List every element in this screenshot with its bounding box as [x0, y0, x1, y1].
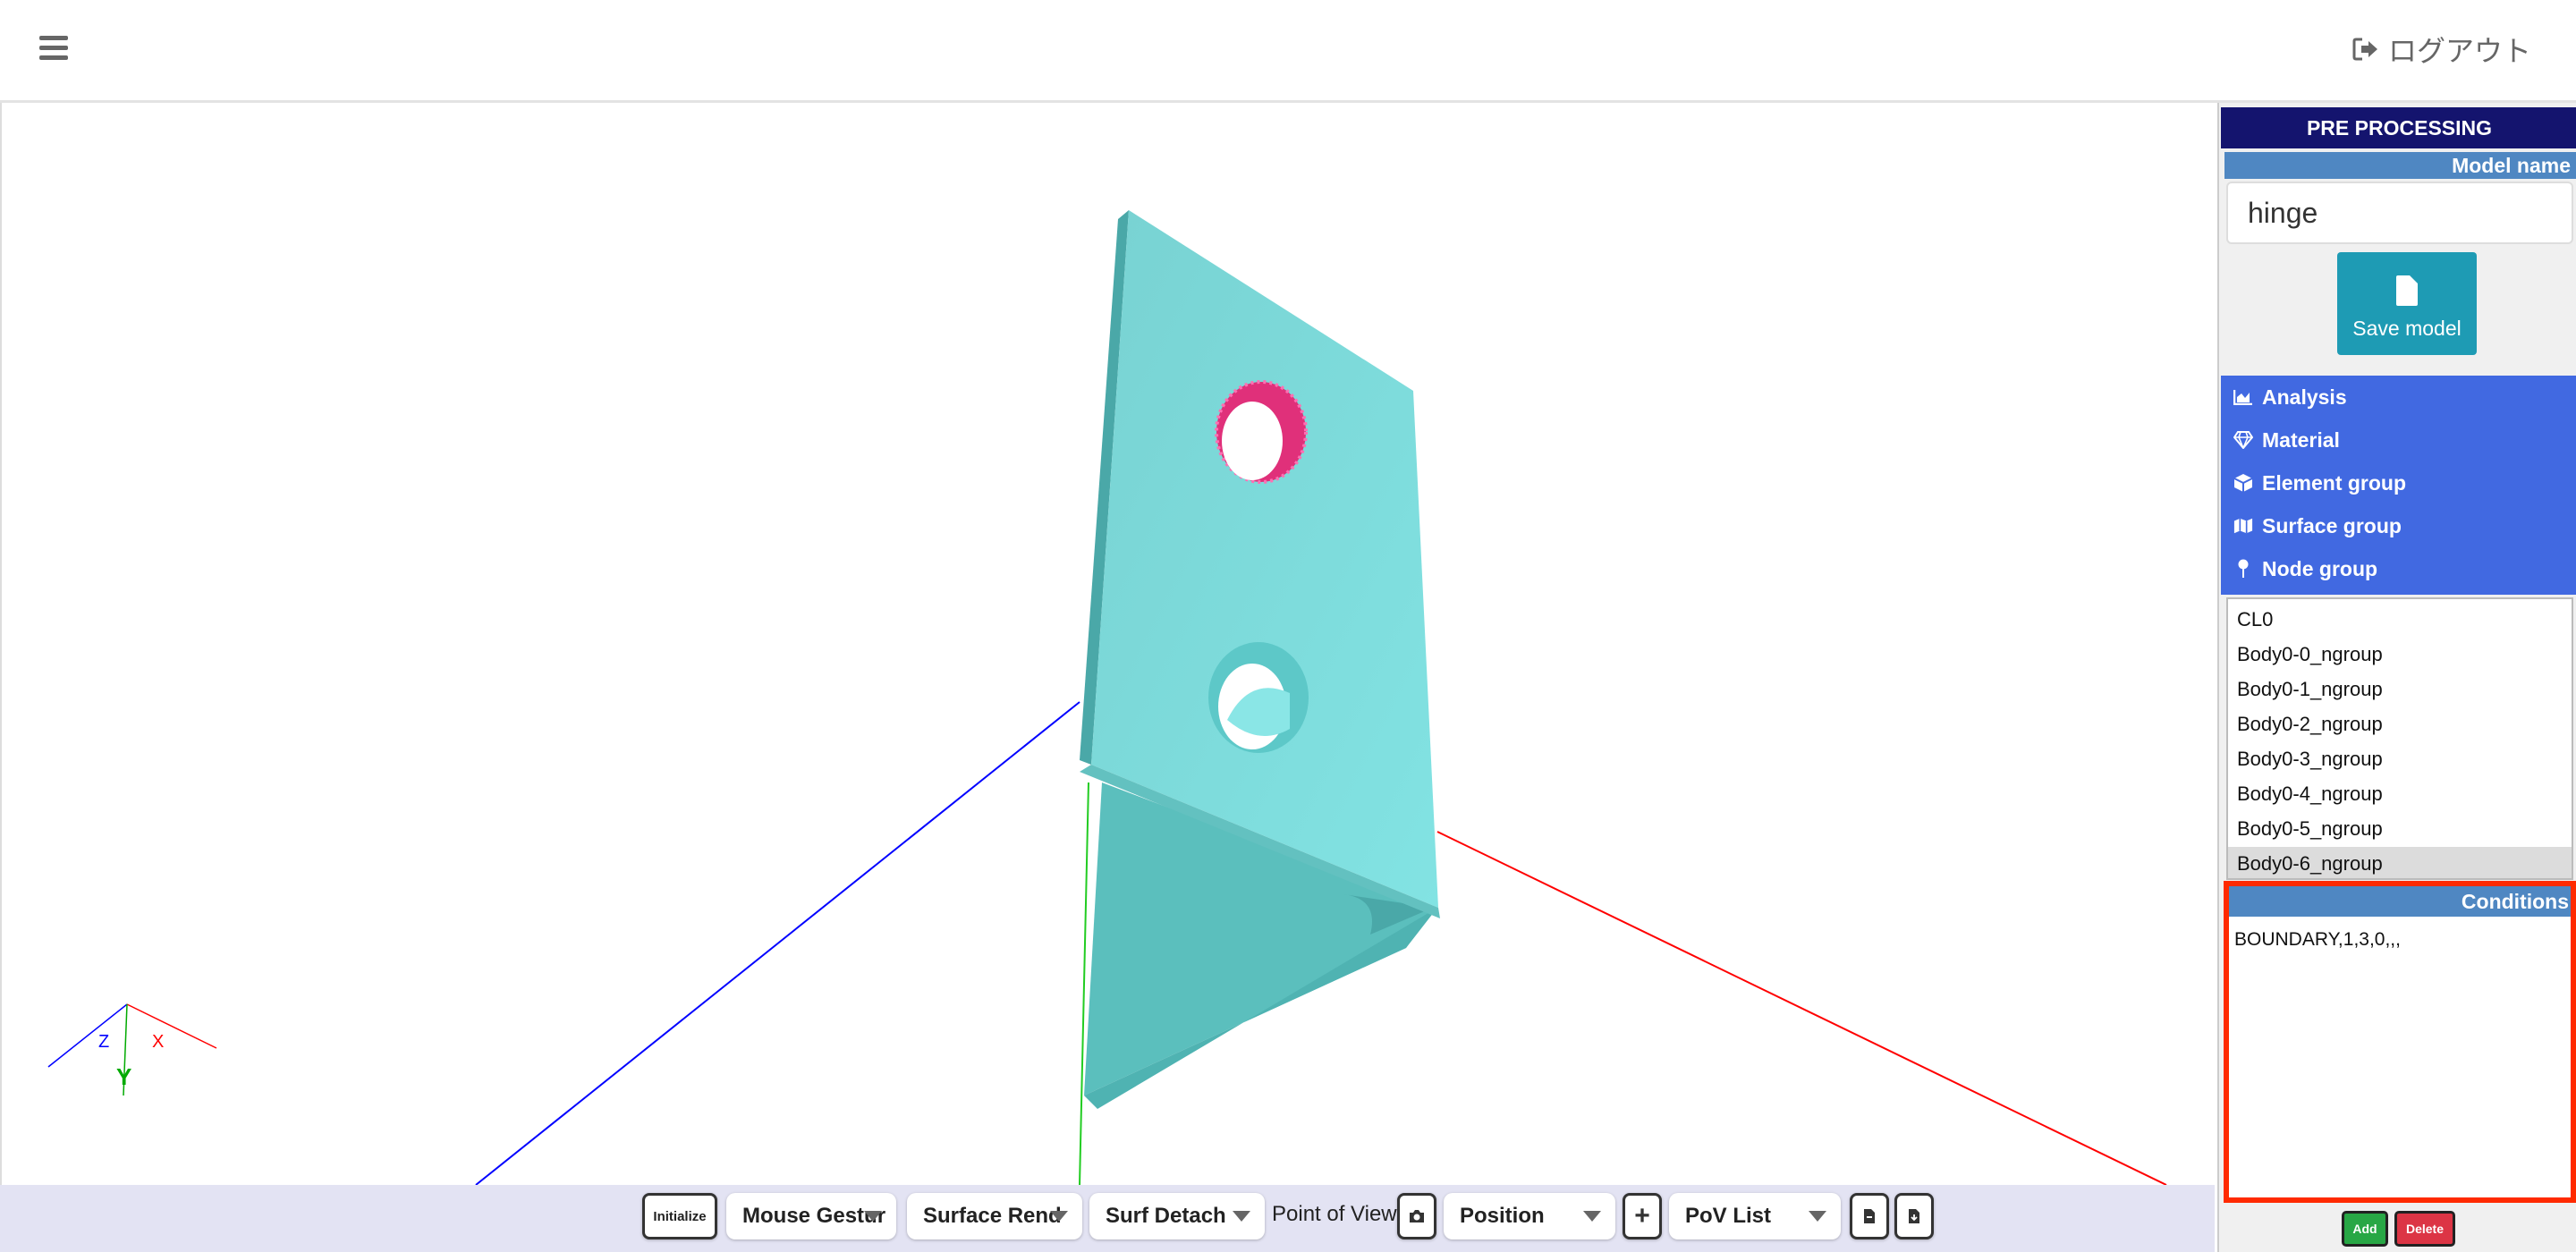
surf-detach-label: Surf Detach — [1106, 1204, 1226, 1228]
add-button[interactable]: Add — [2342, 1211, 2388, 1247]
pin-icon — [2233, 559, 2253, 579]
pre-processing-panel: PRE PROCESSING Model name Save model Ana… — [2217, 103, 2576, 1252]
menu-item-label: Material — [2262, 427, 2340, 452]
list-item[interactable]: CL0 — [2228, 603, 2572, 637]
camera-button[interactable] — [1397, 1193, 1436, 1239]
gizmo-z-label: Z — [98, 1032, 109, 1052]
menu-item-analysis[interactable]: Analysis — [2233, 376, 2347, 419]
gem-icon — [2233, 430, 2253, 450]
map-icon — [2233, 516, 2253, 536]
sign-out-icon — [2352, 38, 2377, 61]
delete-button[interactable]: Delete — [2394, 1211, 2455, 1247]
initialize-label: Initialize — [653, 1208, 707, 1224]
x-axis-line — [1436, 831, 2167, 1185]
import-pov-button[interactable] — [1894, 1193, 1934, 1239]
position-label: Position — [1460, 1204, 1545, 1228]
menu-item-material[interactable]: Material — [2233, 419, 2340, 461]
preprocessing-menu: Analysis Material Element group Surface … — [2221, 376, 2576, 595]
conditions-box[interactable]: Conditions BOUNDARY,1,3,0,,, — [2224, 881, 2576, 1203]
pov-list-select[interactable]: PoV List — [1669, 1193, 1841, 1239]
chevron-down-icon — [864, 1211, 882, 1222]
model-name-input[interactable] — [2226, 182, 2573, 244]
list-item[interactable]: Body0-1_ngroup — [2228, 673, 2572, 706]
y-axis-line — [1079, 782, 1089, 1185]
initialize-button[interactable]: Initialize — [642, 1193, 717, 1239]
add-pov-button[interactable]: + — [1623, 1193, 1662, 1239]
camera-icon — [1410, 1210, 1424, 1222]
list-item[interactable]: Body0-0_ngroup — [2228, 638, 2572, 672]
chart-area-icon — [2233, 387, 2253, 407]
menu-item-label: Analysis — [2262, 385, 2347, 409]
chevron-down-icon — [1809, 1211, 1826, 1222]
menu-item-label: Surface group — [2262, 513, 2402, 537]
logout-label: ログアウト — [2387, 35, 2531, 67]
menu-item-label: Element group — [2262, 470, 2407, 495]
chevron-down-icon — [1233, 1211, 1250, 1222]
menu-item-surface-group[interactable]: Surface group — [2233, 504, 2402, 547]
surf-detach-select[interactable]: Surf Detach — [1089, 1193, 1265, 1239]
export-pov-button[interactable] — [1850, 1193, 1889, 1239]
logout-button[interactable]: ログアウト — [2352, 27, 2531, 72]
file-import-icon — [1909, 1209, 1919, 1223]
list-item[interactable]: Body0-3_ngroup — [2228, 742, 2572, 776]
top-bar: ログアウト — [0, 0, 2576, 103]
save-model-label: Save model — [2352, 317, 2462, 340]
file-icon — [2396, 275, 2418, 306]
cube-icon — [2233, 473, 2253, 493]
gizmo-x-label: X — [152, 1032, 164, 1052]
3d-viewport[interactable]: Z X Y — [0, 103, 2216, 1185]
menu-item-node-group[interactable]: Node group — [2233, 547, 2377, 590]
save-model-button[interactable]: Save model — [2337, 252, 2477, 355]
position-select[interactable]: Position — [1444, 1193, 1615, 1239]
pov-list-label: PoV List — [1685, 1204, 1772, 1228]
menu-item-element-group[interactable]: Element group — [2233, 461, 2406, 504]
gizmo-y-label: Y — [116, 1063, 131, 1090]
point-of-view-label: Point of View: — [1272, 1202, 1403, 1226]
list-item-selected[interactable]: Body0-6_ngroup — [2228, 847, 2572, 878]
selected-hole-surface[interactable] — [1215, 380, 1308, 484]
axis-gizmo: Z X Y — [47, 1003, 217, 1096]
node-group-list[interactable]: CL0 Body0-0_ngroup Body0-1_ngroup Body0-… — [2226, 597, 2573, 880]
list-item[interactable]: Body0-2_ngroup — [2228, 707, 2572, 741]
model-canvas[interactable]: Z X Y — [2, 103, 2216, 1185]
list-item[interactable]: Body0-5_ngroup — [2228, 812, 2572, 846]
menu-icon[interactable] — [39, 34, 70, 64]
panel-title: PRE PROCESSING — [2221, 107, 2576, 148]
surface-render-select[interactable]: Surface Rend — [907, 1193, 1082, 1239]
model-name-label: Model name — [2224, 152, 2576, 179]
chevron-down-icon — [1583, 1211, 1601, 1222]
conditions-text[interactable]: BOUNDARY,1,3,0,,, — [2234, 929, 2401, 951]
menu-item-label: Node group — [2262, 556, 2378, 580]
file-export-icon — [1864, 1209, 1875, 1223]
list-item[interactable]: Body0-4_ngroup — [2228, 777, 2572, 811]
mouse-gesture-select[interactable]: Mouse Gestur — [726, 1193, 896, 1239]
lower-hole — [1208, 642, 1309, 753]
chevron-down-icon — [1050, 1211, 1068, 1222]
z-axis-line — [475, 701, 1080, 1185]
plus-icon: + — [1634, 1201, 1650, 1231]
surface-render-label: Surface Rend — [923, 1204, 1062, 1228]
conditions-label: Conditions — [2229, 886, 2571, 917]
